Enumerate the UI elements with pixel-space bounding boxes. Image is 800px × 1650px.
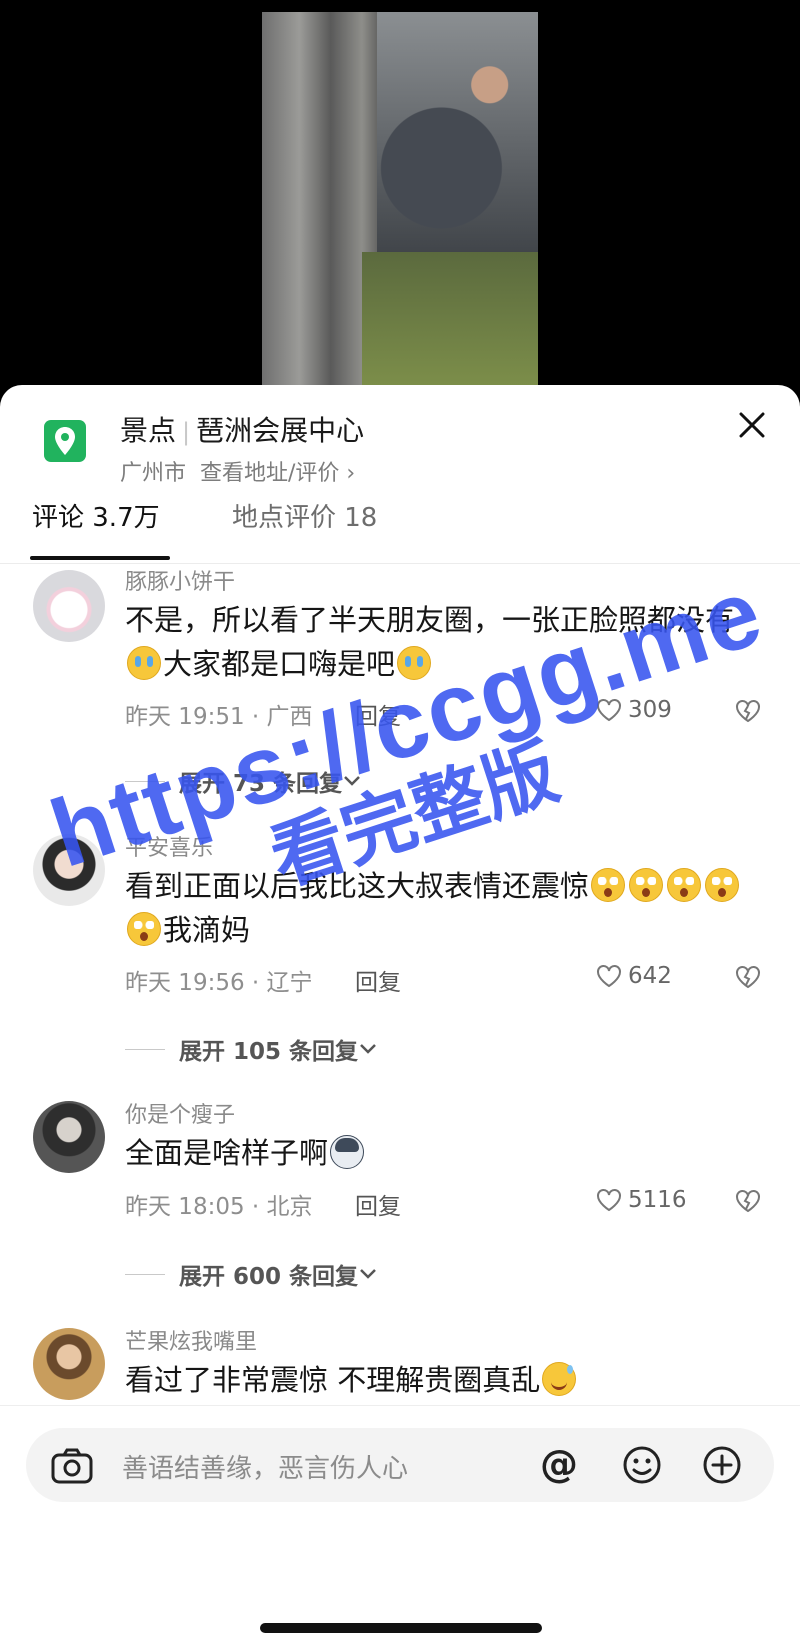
expand-replies-label: 展开 600 条回复 [179, 1264, 359, 1290]
reply-button[interactable]: 回复 [355, 697, 401, 731]
avatar[interactable] [33, 834, 105, 906]
avatar[interactable] [33, 1101, 105, 1173]
avatar[interactable] [33, 570, 105, 642]
title-separator: | [182, 418, 191, 446]
comment-text-part: 看到正面以后我比这大叔表情还震惊 [125, 869, 590, 903]
broken-heart-icon[interactable] [735, 965, 761, 993]
avatar[interactable] [33, 1328, 105, 1400]
tab-location-reviews[interactable]: 地点评价 18 [232, 497, 377, 534]
expand-divider [125, 1048, 165, 1050]
sweat-smile-emoji-icon [542, 1362, 577, 1396]
comment-author[interactable]: 芒果炫我嘴里 [125, 1324, 257, 1356]
add-icon[interactable] [702, 1445, 742, 1489]
comment-author[interactable]: 平安喜乐 [125, 830, 213, 862]
close-icon[interactable] [734, 407, 770, 443]
active-tab-indicator [30, 556, 170, 560]
location-name: 琶洲会展中心 [196, 414, 365, 447]
comment-input[interactable]: 善语结善缘，恶言伤人心 @ [26, 1428, 774, 1502]
location-city: 广州市 [120, 461, 187, 486]
like-button[interactable]: 5116 [596, 1187, 687, 1213]
video-player[interactable] [0, 0, 800, 390]
comment-text-part: 我滴妈 [163, 913, 251, 947]
shocked-emoji-icon [667, 868, 702, 902]
comment-text: 不是，所以看了半天朋友圈，一张正脸照都没有大家都是口嗨是吧 [125, 598, 750, 686]
shocked-emoji-icon [591, 868, 626, 902]
comment-time-location: 昨天 19:51 · 广西 [125, 704, 313, 730]
location-category: 景点 [120, 414, 177, 447]
comment-text-part: 大家都是口嗨是吧 [163, 647, 396, 681]
comment-time-location: 昨天 18:05 · 北京 [125, 1194, 313, 1220]
chevron-down-icon [360, 1269, 376, 1279]
comment-input-bar: 善语结善缘，恶言伤人心 @ [0, 1405, 800, 1650]
expand-divider [125, 1273, 165, 1275]
video-crowd-scene [377, 12, 538, 272]
heart-icon [597, 1189, 621, 1212]
husky-emoji-icon [330, 1135, 365, 1169]
view-address-link[interactable]: 查看地址/评价 › [200, 461, 355, 486]
comment-time-location: 昨天 19:56 · 辽宁 [125, 970, 313, 996]
expand-replies-button[interactable]: 展开 600 条回复 [125, 1257, 378, 1291]
video-frame [262, 12, 538, 390]
shocked-emoji-icon [629, 868, 664, 902]
comment-text: 看过了非常震惊 不理解贵圈真乱 [125, 1358, 750, 1402]
location-title[interactable]: 景点 | 琶洲会展中心 [120, 409, 364, 449]
broken-heart-icon[interactable] [735, 699, 761, 727]
mention-icon[interactable]: @ [540, 1442, 578, 1486]
crying-emoji-icon [127, 646, 161, 680]
like-count: 5116 [628, 1187, 687, 1213]
reply-button[interactable]: 回复 [355, 963, 401, 997]
comment-author[interactable]: 豚豚小饼干 [125, 564, 235, 596]
shocked-emoji-icon [127, 912, 161, 946]
tabs-divider [0, 563, 800, 564]
crying-emoji-icon [397, 646, 432, 680]
camera-icon[interactable] [50, 1446, 94, 1490]
input-placeholder[interactable]: 善语结善缘，恶言伤人心 [122, 1448, 408, 1485]
comment-author[interactable]: 你是个瘦子 [125, 1097, 235, 1129]
emoji-icon[interactable] [622, 1445, 662, 1489]
like-count: 642 [628, 963, 672, 989]
comment-text-part: 不是，所以看了半天朋友圈，一张正脸照都没有 [125, 603, 735, 637]
shocked-emoji-icon [705, 868, 740, 902]
tab-comments[interactable]: 评论 3.7万 [32, 497, 160, 534]
comment-text: 看到正面以后我比这大叔表情还震惊我滴妈 [125, 864, 750, 952]
expand-replies-button[interactable]: 展开 73 条回复 [125, 764, 362, 798]
reply-button[interactable]: 回复 [355, 1187, 401, 1221]
comment-text-part: 全面是啥样子啊 [125, 1136, 329, 1170]
video-ground-scene [362, 252, 538, 390]
expand-divider [125, 780, 165, 782]
expand-replies-button[interactable]: 展开 105 条回复 [125, 1032, 378, 1066]
chevron-down-icon [360, 1044, 376, 1054]
comment-text-part: 看过了非常震惊 不理解贵圈真乱 [125, 1363, 541, 1397]
chevron-down-icon [344, 776, 360, 786]
expand-replies-label: 展开 73 条回复 [179, 771, 343, 797]
like-count: 309 [628, 697, 672, 723]
like-button[interactable]: 309 [596, 697, 672, 723]
comment-text: 全面是啥样子啊 [125, 1131, 750, 1175]
like-button[interactable]: 642 [596, 963, 672, 989]
heart-icon [597, 965, 621, 988]
expand-replies-label: 展开 105 条回复 [179, 1039, 359, 1065]
location-pin-icon [44, 420, 86, 462]
broken-heart-icon[interactable] [735, 1189, 761, 1217]
location-subtitle[interactable]: 广州市 查看地址/评价 › [120, 455, 355, 487]
home-indicator [260, 1623, 542, 1633]
heart-icon [597, 699, 621, 722]
